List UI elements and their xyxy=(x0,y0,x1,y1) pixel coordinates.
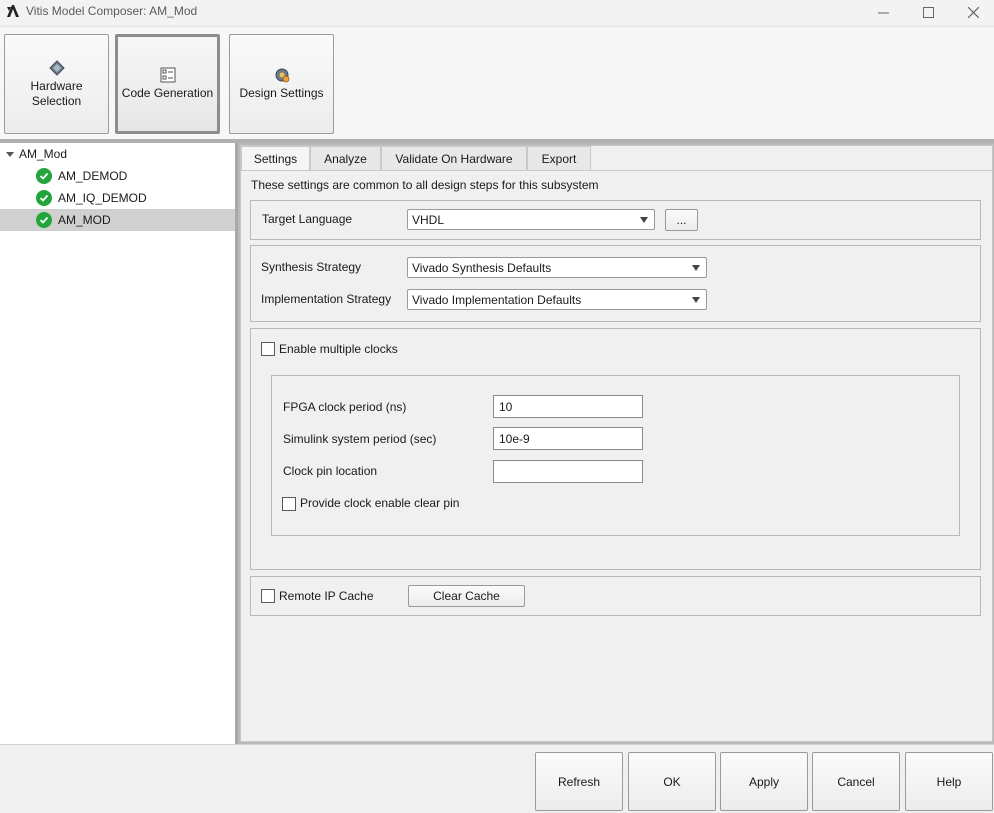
simulink-system-period-label: Simulink system period (sec) xyxy=(283,432,437,446)
tab-label: Settings xyxy=(253,152,298,166)
maximize-button[interactable] xyxy=(905,0,951,24)
synthesis-strategy-value: Vivado Synthesis Defaults xyxy=(412,260,552,275)
tree-root-label: AM_Mod xyxy=(19,147,68,161)
window-title: Vitis Model Composer: AM_Mod xyxy=(26,4,198,18)
hardware-selection-button[interactable]: Hardware Selection xyxy=(4,34,109,134)
target-language-label: Target Language xyxy=(262,212,353,226)
check-icon xyxy=(36,168,52,184)
check-icon xyxy=(36,190,52,206)
target-language-dropdown[interactable]: VHDL xyxy=(407,209,655,230)
ok-label: OK xyxy=(663,774,681,789)
ok-button[interactable]: OK xyxy=(628,752,716,811)
cancel-label: Cancel xyxy=(837,774,875,789)
cancel-button[interactable]: Cancel xyxy=(812,752,900,811)
enable-multiple-clocks-label: Enable multiple clocks xyxy=(279,342,398,356)
tree-item-label: AM_DEMOD xyxy=(58,169,128,183)
tree-item[interactable]: AM_IQ_DEMOD xyxy=(0,187,235,209)
hardware-selection-label: Hardware Selection xyxy=(30,78,83,108)
title-bar: Vitis Model Composer: AM_Mod xyxy=(0,0,994,24)
settings-description: These settings are common to all design … xyxy=(251,178,599,192)
minimize-button[interactable] xyxy=(860,0,906,24)
synthesis-strategy-dropdown[interactable]: Vivado Synthesis Defaults xyxy=(407,257,707,278)
clock-enable-clear-pin-label: Provide clock enable clear pin xyxy=(300,496,460,510)
check-icon xyxy=(36,212,52,228)
implementation-strategy-label: Implementation Strategy xyxy=(261,292,392,306)
simulink-system-period-field[interactable]: 10e-9 xyxy=(493,427,643,450)
expand-triangle-icon xyxy=(6,152,14,157)
chevron-down-icon xyxy=(692,265,700,271)
subsystem-tree: AM_Mod AM_DEMOD AM_IQ_DEMOD AM_MOD xyxy=(0,143,235,744)
implementation-strategy-value: Vivado Implementation Defaults xyxy=(412,292,582,307)
tab-label: Validate On Hardware xyxy=(395,151,513,166)
toolstrip: Hardware Selection Code Generation Desig… xyxy=(0,26,994,139)
tree-root[interactable]: AM_Mod xyxy=(0,143,235,165)
close-icon xyxy=(967,6,979,18)
code-generation-label: Code Generation xyxy=(121,86,214,100)
code-generation-icon xyxy=(160,67,175,83)
tree-item-label: AM_MOD xyxy=(58,213,111,227)
tab-label: Export xyxy=(541,151,577,166)
implementation-strategy-dropdown[interactable]: Vivado Implementation Defaults xyxy=(407,289,707,310)
synthesis-strategy-label: Synthesis Strategy xyxy=(261,260,362,274)
gear-icon xyxy=(275,68,289,83)
fpga-clock-period-field[interactable]: 10 xyxy=(493,395,643,418)
help-button[interactable]: Help xyxy=(905,752,993,811)
design-settings-button[interactable]: Design Settings xyxy=(229,34,334,134)
tab-export[interactable]: Export xyxy=(527,146,591,170)
apply-label: Apply xyxy=(748,774,780,789)
fpga-clock-period-label: FPGA clock period (ns) xyxy=(283,400,407,414)
code-generation-button[interactable]: Code Generation xyxy=(115,34,220,134)
app-icon xyxy=(7,5,19,17)
clock-pin-location-field[interactable] xyxy=(493,460,643,483)
help-label: Help xyxy=(936,774,962,789)
chip-icon xyxy=(48,59,65,76)
refresh-button[interactable]: Refresh xyxy=(535,752,623,811)
minimize-icon xyxy=(877,12,889,13)
simulink-system-period-value: 10e-9 xyxy=(499,431,530,446)
chevron-down-icon xyxy=(692,297,700,303)
apply-button[interactable]: Apply xyxy=(720,752,808,811)
tab-underline xyxy=(241,170,993,171)
tab-label: Analyze xyxy=(324,151,367,166)
clear-cache-label: Clear Cache xyxy=(433,589,500,603)
tree-item-selected[interactable]: AM_MOD xyxy=(0,209,235,231)
refresh-label: Refresh xyxy=(557,774,601,789)
design-settings-label: Design Settings xyxy=(239,86,324,100)
browse-button[interactable]: ... xyxy=(665,209,698,231)
maximize-icon xyxy=(922,6,934,18)
enable-multiple-clocks-checkbox[interactable] xyxy=(261,342,275,356)
tree-item-label: AM_IQ_DEMOD xyxy=(58,191,147,205)
browse-button-label: ... xyxy=(676,213,687,227)
clock-pin-location-label: Clock pin location xyxy=(283,464,378,478)
chevron-down-icon xyxy=(640,217,648,223)
tab-analyze[interactable]: Analyze xyxy=(310,146,381,170)
target-language-value: VHDL xyxy=(412,212,445,227)
clock-enable-clear-pin-checkbox[interactable] xyxy=(282,497,296,511)
remote-ip-cache-checkbox[interactable] xyxy=(261,589,275,603)
fpga-clock-period-value: 10 xyxy=(499,399,513,414)
close-window-button[interactable] xyxy=(950,0,994,24)
tree-item[interactable]: AM_DEMOD xyxy=(0,165,235,187)
tab-settings[interactable]: Settings xyxy=(241,146,310,171)
remote-ip-cache-label: Remote IP Cache xyxy=(279,589,374,603)
tab-validate-on-hardware[interactable]: Validate On Hardware xyxy=(381,146,527,170)
clear-cache-button[interactable]: Clear Cache xyxy=(408,585,525,607)
